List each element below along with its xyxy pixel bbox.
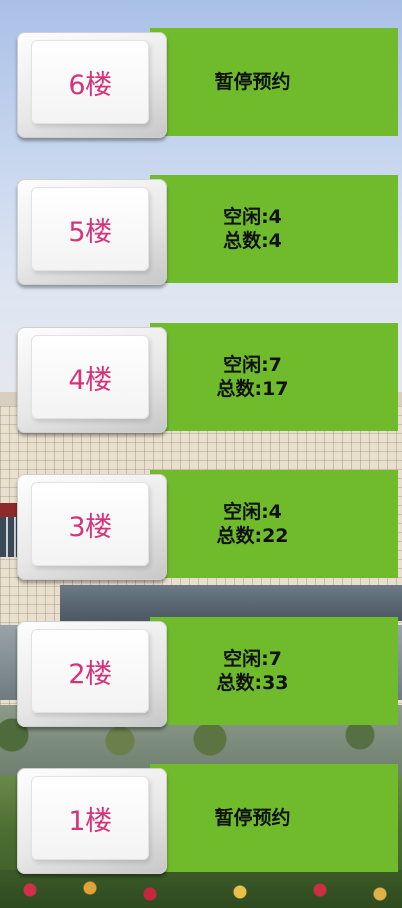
floor-button-3[interactable]: 3楼 — [17, 474, 167, 580]
floor-row-1[interactable]: 1楼 暂停预约 — [0, 764, 402, 876]
total-count: 总数:33 — [216, 672, 289, 694]
free-count: 空闲:4 — [223, 501, 282, 523]
floor-button-face: 3楼 — [31, 482, 149, 566]
floor-row-5[interactable]: 5楼 空闲:4 总数:4 — [0, 175, 402, 287]
floor-label: 4楼 — [68, 364, 112, 396]
floor-row-6[interactable]: 6楼 暂停预约 — [0, 28, 402, 140]
floor-row-3[interactable]: 3楼 空闲:4 总数:22 — [0, 470, 402, 582]
floor-button-face: 2楼 — [31, 629, 149, 713]
floor-button-4[interactable]: 4楼 — [17, 327, 167, 433]
free-count: 空闲:4 — [223, 206, 282, 228]
floor-label: 2楼 — [68, 658, 112, 690]
status-text: 暂停预约 — [214, 71, 291, 93]
floor-button-5[interactable]: 5楼 — [17, 179, 167, 285]
status-text: 暂停预约 — [214, 807, 291, 829]
floor-button-face: 4楼 — [31, 335, 149, 419]
free-count: 空闲:7 — [223, 354, 282, 376]
floor-row-2[interactable]: 2楼 空闲:7 总数:33 — [0, 617, 402, 729]
floor-status: 空闲:4 总数:4 — [167, 175, 398, 283]
floor-status: 空闲:7 总数:17 — [167, 323, 398, 431]
floor-label: 6楼 — [68, 69, 112, 101]
floor-label: 3楼 — [68, 511, 112, 543]
floor-label: 1楼 — [68, 805, 112, 837]
total-count: 总数:22 — [216, 525, 289, 547]
floor-list: 6楼 暂停预约 5楼 空闲:4 总数:4 4楼 空闲:7 总数:17 3楼 空闲… — [0, 0, 402, 908]
floor-status: 暂停预约 — [167, 764, 398, 872]
floor-status: 空闲:4 总数:22 — [167, 470, 398, 578]
floor-button-face: 1楼 — [31, 776, 149, 860]
floor-button-2[interactable]: 2楼 — [17, 621, 167, 727]
total-count: 总数:4 — [223, 230, 282, 252]
floor-button-6[interactable]: 6楼 — [17, 32, 167, 138]
total-count: 总数:17 — [216, 378, 289, 400]
floor-status: 空闲:7 总数:33 — [167, 617, 398, 725]
floor-status: 暂停预约 — [167, 28, 398, 136]
floor-label: 5楼 — [68, 216, 112, 248]
free-count: 空闲:7 — [223, 648, 282, 670]
floor-button-face: 5楼 — [31, 187, 149, 271]
floor-row-4[interactable]: 4楼 空闲:7 总数:17 — [0, 323, 402, 435]
floor-button-face: 6楼 — [31, 40, 149, 124]
floor-button-1[interactable]: 1楼 — [17, 768, 167, 874]
